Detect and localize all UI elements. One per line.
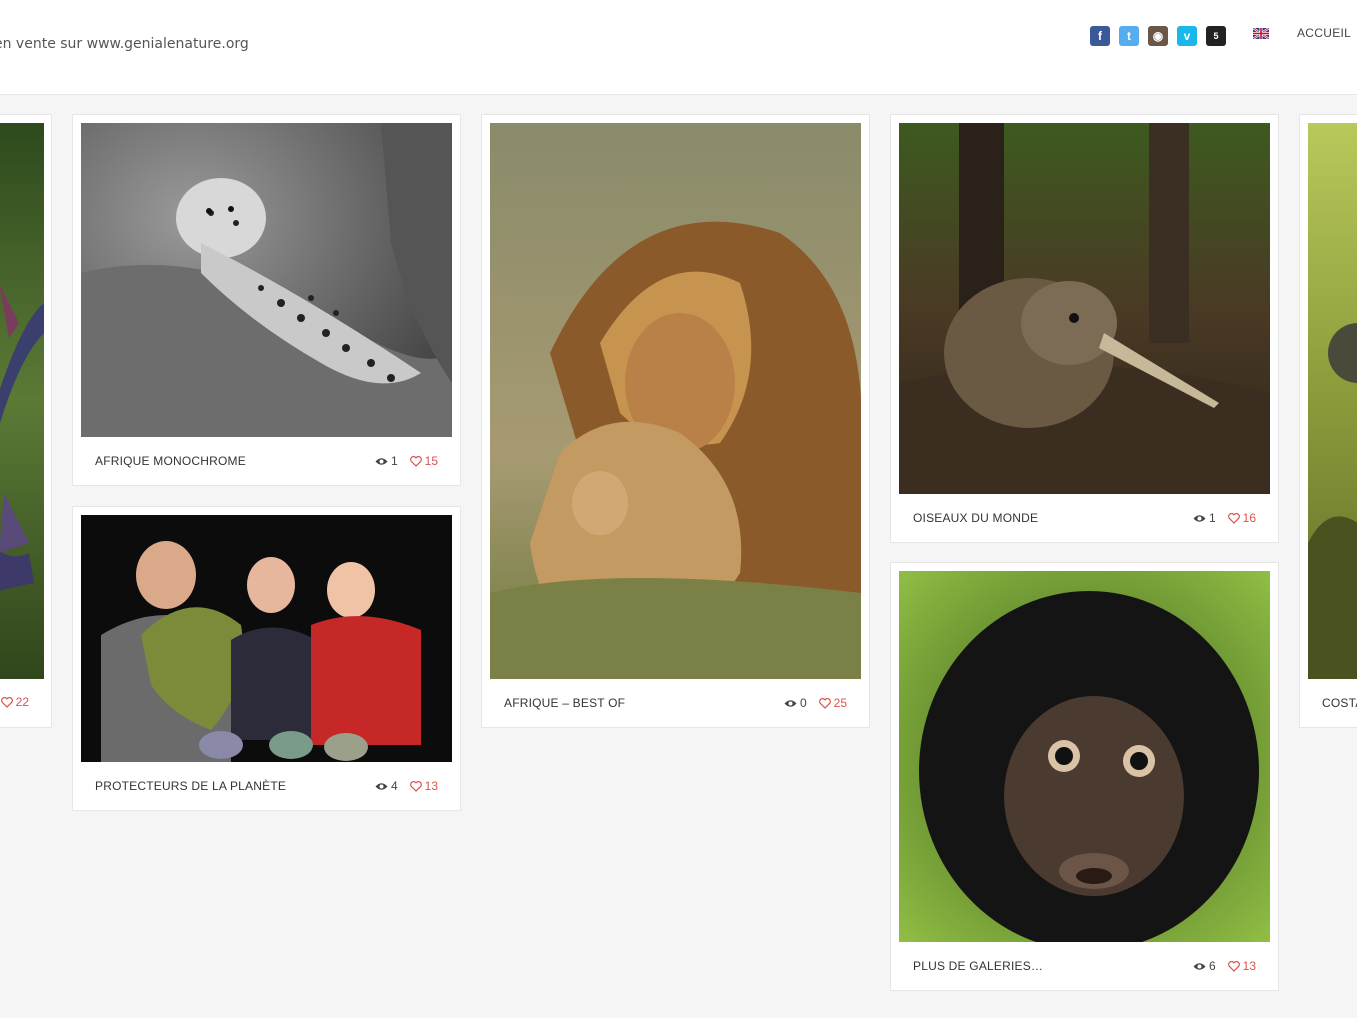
gallery-title[interactable]: OISEAUX DU MONDE bbox=[913, 511, 1038, 525]
gallery-title[interactable]: COSTA bbox=[1322, 696, 1357, 710]
gallery-card[interactable]: PLUS DE GALERIES… 6 13 bbox=[890, 562, 1279, 991]
500px-icon[interactable]: 5 bbox=[1206, 26, 1226, 46]
likes-count[interactable]: 15 bbox=[409, 454, 438, 468]
gallery-title[interactable]: AFRIQUE MONOCHROME bbox=[95, 454, 246, 468]
nav-home-link[interactable]: ACCUEIL bbox=[1297, 26, 1351, 40]
views-count: 6 bbox=[1193, 959, 1216, 973]
site-tagline: en vente sur www.genialenature.org bbox=[0, 36, 249, 52]
likes-count[interactable]: 13 bbox=[1227, 959, 1256, 973]
gallery-title[interactable]: PROTECTEURS DE LA PLANÈTE bbox=[95, 779, 286, 793]
heart-icon bbox=[409, 780, 422, 792]
facebook-icon[interactable]: f bbox=[1090, 26, 1110, 46]
views-count: 4 bbox=[375, 779, 398, 793]
likes-count[interactable]: 25 bbox=[818, 696, 847, 710]
heart-icon bbox=[1227, 512, 1240, 524]
views-count: 1 bbox=[1193, 511, 1216, 525]
heart-icon bbox=[818, 697, 831, 709]
vimeo-icon[interactable]: v bbox=[1177, 26, 1197, 46]
twitter-icon[interactable]: t bbox=[1119, 26, 1139, 46]
instagram-icon[interactable]: ◉ bbox=[1148, 26, 1168, 46]
likes-count[interactable]: 22 bbox=[0, 695, 29, 709]
gallery-title[interactable]: PLUS DE GALERIES… bbox=[913, 959, 1043, 973]
social-links: f t ◉ v 5 bbox=[1090, 26, 1226, 46]
gallery-photo[interactable] bbox=[1308, 123, 1357, 679]
eye-icon bbox=[1193, 514, 1206, 523]
heart-icon bbox=[409, 455, 422, 467]
eye-icon bbox=[375, 782, 388, 791]
gallery-photo[interactable] bbox=[81, 123, 452, 437]
gallery-photo[interactable] bbox=[81, 515, 452, 762]
gallery-photo[interactable] bbox=[490, 123, 861, 679]
gallery-card[interactable]: COSTA bbox=[1299, 114, 1357, 728]
uk-flag-icon[interactable] bbox=[1253, 28, 1269, 39]
site-header: en vente sur www.genialenature.org f t ◉… bbox=[0, 0, 1357, 95]
gallery-card[interactable]: PROTECTEURS DE LA PLANÈTE 4 13 bbox=[72, 506, 461, 811]
eye-icon bbox=[375, 457, 388, 466]
likes-count[interactable]: 13 bbox=[409, 779, 438, 793]
gallery-card[interactable]: AFRIQUE – BEST OF 0 25 bbox=[481, 114, 870, 728]
gallery-photo[interactable] bbox=[0, 123, 44, 679]
heart-icon bbox=[1227, 960, 1240, 972]
views-count: 1 bbox=[375, 454, 398, 468]
gallery-card[interactable]: 22 bbox=[0, 114, 52, 728]
eye-icon bbox=[1193, 962, 1206, 971]
gallery-card[interactable]: AFRIQUE MONOCHROME 1 15 bbox=[72, 114, 461, 486]
gallery-title[interactable]: AFRIQUE – BEST OF bbox=[504, 696, 625, 710]
heart-icon bbox=[0, 696, 13, 708]
gallery-card[interactable]: OISEAUX DU MONDE 1 16 bbox=[890, 114, 1279, 543]
gallery-photo[interactable] bbox=[899, 123, 1270, 494]
likes-count[interactable]: 16 bbox=[1227, 511, 1256, 525]
eye-icon bbox=[784, 699, 797, 708]
views-count: 0 bbox=[784, 696, 807, 710]
gallery-photo[interactable] bbox=[899, 571, 1270, 942]
